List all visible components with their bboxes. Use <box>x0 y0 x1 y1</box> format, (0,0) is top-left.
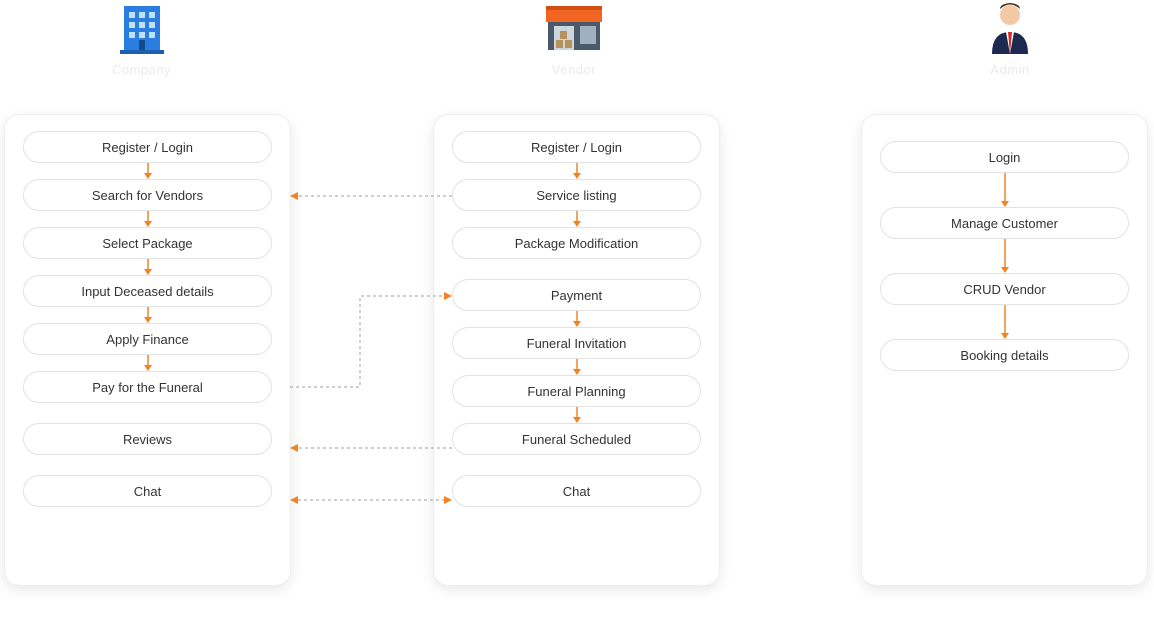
company-step-finance: Apply Finance <box>23 323 272 355</box>
vendor-step-package: Package Modification <box>452 227 701 259</box>
admin-entity-icon: Admin <box>982 0 1038 77</box>
company-step-search: Search for Vendors <box>23 179 272 211</box>
company-step-pay: Pay for the Funeral <box>23 371 272 403</box>
connector-chat-bidirectional <box>290 494 452 506</box>
down-arrow-icon <box>572 211 582 227</box>
down-arrow-icon <box>143 211 153 227</box>
down-arrow-icon <box>143 307 153 323</box>
admin-step-login: Login <box>880 141 1129 173</box>
vendor-step-planning: Funeral Planning <box>452 375 701 407</box>
company-step-register: Register / Login <box>23 131 272 163</box>
store-icon <box>542 0 606 56</box>
admin-step-vendor: CRUD Vendor <box>880 273 1129 305</box>
diagram-stage: Company Vendor Admin Register / Login <box>0 0 1154 621</box>
down-arrow-icon <box>572 163 582 179</box>
admin-person-icon <box>982 0 1038 56</box>
vendor-step-payment: Payment <box>452 279 701 311</box>
down-arrow-icon <box>143 259 153 275</box>
vendor-flow-column: Register / Login Service listing Package… <box>434 115 719 585</box>
down-arrow-icon <box>1000 173 1010 207</box>
down-arrow-icon <box>572 311 582 327</box>
admin-step-booking: Booking details <box>880 339 1129 371</box>
company-step-select: Select Package <box>23 227 272 259</box>
company-flow-column: Register / Login Search for Vendors Sele… <box>5 115 290 585</box>
down-arrow-icon <box>1000 239 1010 273</box>
down-arrow-icon <box>143 163 153 179</box>
admin-step-customer: Manage Customer <box>880 207 1129 239</box>
vendor-entity-icon: Vendor <box>542 0 606 77</box>
company-entity-label: Company <box>112 62 171 77</box>
vendor-step-chat: Chat <box>452 475 701 507</box>
vendor-step-scheduled: Funeral Scheduled <box>452 423 701 455</box>
vendor-entity-label: Vendor <box>552 62 596 77</box>
down-arrow-icon <box>572 407 582 423</box>
building-icon <box>114 0 170 56</box>
connector-pay-to-payment <box>290 290 452 400</box>
down-arrow-icon <box>143 355 153 371</box>
admin-entity-label: Admin <box>990 62 1029 77</box>
company-step-chat: Chat <box>23 475 272 507</box>
admin-flow-column: Login Manage Customer CRUD Vendor Bookin… <box>862 115 1147 585</box>
vendor-step-invitation: Funeral Invitation <box>452 327 701 359</box>
down-arrow-icon <box>1000 305 1010 339</box>
company-step-reviews: Reviews <box>23 423 272 455</box>
company-entity-icon: Company <box>112 0 171 77</box>
vendor-step-listing: Service listing <box>452 179 701 211</box>
vendor-step-register: Register / Login <box>452 131 701 163</box>
company-step-deceased: Input Deceased details <box>23 275 272 307</box>
connector-scheduled-to-reviews <box>290 442 452 454</box>
connector-listing-to-search <box>290 190 452 202</box>
down-arrow-icon <box>572 359 582 375</box>
